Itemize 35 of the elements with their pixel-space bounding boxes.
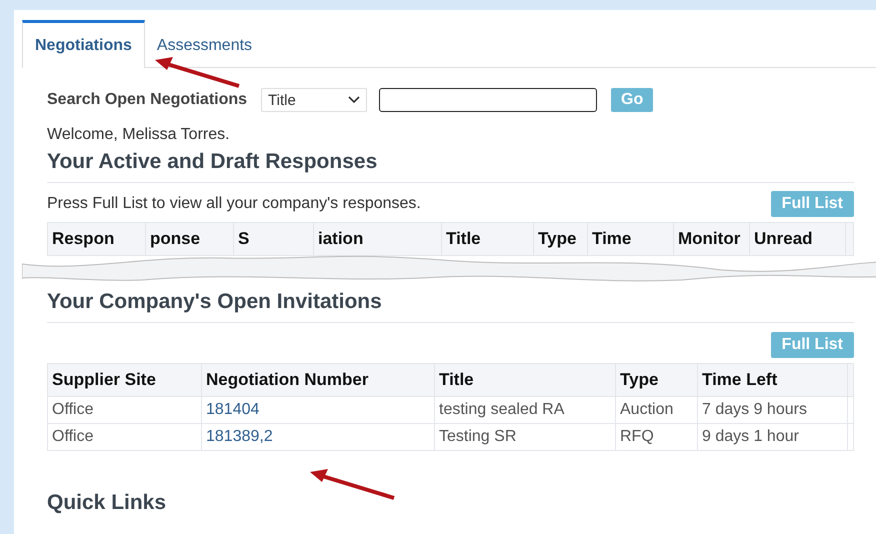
section-heading: Quick Links (47, 491, 166, 516)
table-cell: Auction (620, 401, 674, 418)
column-header: Supplier Site (48, 364, 202, 396)
column-header: iation (314, 223, 442, 255)
column-header: Time (588, 223, 674, 255)
search-field[interactable] (379, 88, 598, 112)
column-header: Type (534, 223, 588, 255)
tab[interactable]: Negotiations (22, 20, 145, 68)
negotiation-link[interactable]: 181404 (206, 401, 260, 418)
column-header: Title (435, 364, 616, 396)
column-header: Time Left (698, 364, 848, 396)
table-cell: Testing SR (439, 428, 516, 445)
column-header: Type (616, 364, 698, 396)
table-cell: testing sealed RA (439, 401, 564, 418)
table-cell: Office (52, 428, 94, 445)
column-header: Monitor (674, 223, 750, 255)
table-cell: Office (52, 401, 94, 418)
table-cell: RFQ (620, 428, 654, 445)
column-header: Negotiation Number (202, 364, 435, 396)
column-header: Unread (750, 223, 846, 255)
welcome-text: Welcome, Melissa Torres. (47, 126, 231, 144)
chevron-down-icon (348, 96, 360, 104)
hint-text: Press Full List to view all your company's responses. (47, 195, 421, 213)
column-header: S (234, 223, 314, 255)
table-cell: 7 days 9 hours (702, 401, 807, 418)
column-header: Title (442, 223, 534, 255)
search-label: Search Open Negotiations (47, 91, 248, 109)
search-type-dropdown[interactable]: Title (261, 88, 368, 112)
column-header: ponse (146, 223, 234, 255)
table-cell: 9 days 1 hour (702, 428, 799, 445)
column-header: Respon (48, 223, 146, 255)
negotiation-link[interactable]: 181389,2 (206, 428, 273, 445)
section-heading: Your Company's Open Invitations (47, 290, 854, 323)
section-heading: Your Active and Draft Responses (47, 150, 854, 183)
tab[interactable]: Assessments (144, 20, 264, 67)
